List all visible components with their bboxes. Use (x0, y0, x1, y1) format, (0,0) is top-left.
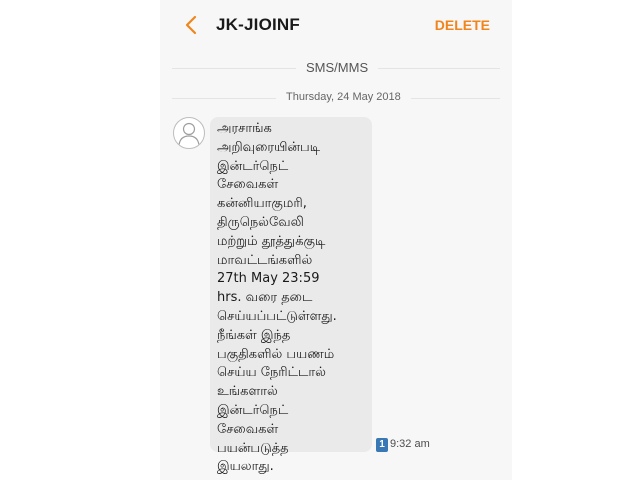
message-line: பயன்படுத்த (217, 440, 289, 456)
messaging-app: JK-JIOINF DELETE SMS/MMS Thursday, 24 Ma… (160, 0, 512, 480)
message-line: சேவைகள் (217, 421, 279, 437)
back-button[interactable] (180, 11, 204, 39)
message-line: செய்யப்பட்டுள்ளது. (217, 308, 337, 324)
message-line: கன்னியாகுமரி, (217, 196, 307, 212)
message-line: அறிவுரையின்படி (217, 139, 321, 155)
message-line: மற்றும் தூத்துக்குடி (217, 233, 326, 249)
message-line: hrs. வரை தடை (217, 290, 313, 306)
message-bubble[interactable]: அரசாங்க அறிவுரையின்படி இன்டர்நெட் சேவைகள் கன… (210, 117, 372, 474)
message-line: திருநெல்வேலி (217, 214, 304, 230)
person-icon (178, 122, 200, 146)
avatar[interactable] (173, 117, 205, 149)
message-line: சேவைகள் (217, 177, 279, 193)
message-line: நீங்கள் இந்த (217, 327, 291, 343)
message-line: செய்ய நேரிட்டால் (217, 365, 326, 381)
message-line: அரசாங்க (217, 121, 272, 136)
date-label: Thursday, 24 May 2018 (276, 91, 411, 103)
delete-button[interactable]: DELETE (435, 17, 490, 33)
message-line: பகுதிகளில் பயணம் (217, 346, 335, 362)
conversation-title: JK-JIOINF (216, 15, 300, 34)
message-line: உங்களால் (217, 384, 278, 400)
message-line: இன்டர்நெட் (217, 402, 289, 418)
message-line: இயலாது. (217, 459, 274, 475)
app-header: JK-JIOINF DELETE (160, 0, 512, 50)
sim-badge: 1 (376, 438, 388, 452)
message-line: இன்டர்நெட் (217, 158, 289, 174)
message-line: மாவட்டங்களில் (217, 252, 313, 268)
message-type-label: SMS/MMS (296, 60, 379, 75)
message-line: 27th May 23:59 (217, 271, 320, 287)
message-time: 9:32 am (390, 438, 430, 450)
chevron-left-icon (185, 15, 197, 35)
